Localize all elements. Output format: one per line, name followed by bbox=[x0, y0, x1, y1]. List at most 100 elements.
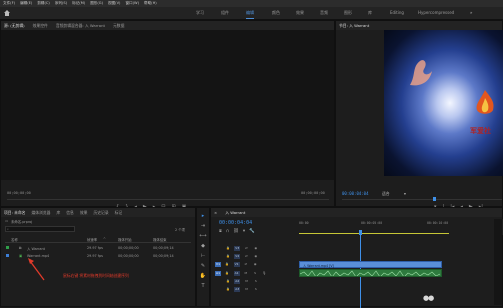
source-scrubber[interactable] bbox=[7, 199, 329, 200]
tab-effect-controls[interactable]: 效果控件 bbox=[33, 23, 48, 29]
track-label-v2[interactable]: V2 bbox=[234, 254, 241, 259]
workspace-hypercompressed[interactable]: Hypercompressed bbox=[418, 10, 454, 15]
tab-history[interactable]: 历史记录 bbox=[93, 210, 108, 216]
track-header-a1: A1 🔒 A1 M S 🎙 bbox=[211, 270, 301, 276]
tab-source[interactable]: 源: (无剪辑) bbox=[4, 23, 25, 29]
lock-icon[interactable]: 🔒 bbox=[225, 254, 231, 259]
snap-icon[interactable]: ∩ bbox=[226, 229, 229, 234]
menu-graphics[interactable]: 图形(G) bbox=[90, 1, 103, 6]
workspace-overflow-icon[interactable]: » bbox=[470, 10, 472, 15]
workspace-editing[interactable]: 编辑 bbox=[246, 10, 254, 19]
eye-icon[interactable]: ◉ bbox=[252, 262, 258, 267]
menu-clip[interactable]: 剪辑(C) bbox=[37, 1, 50, 6]
source-timecode-left[interactable]: 00;00;00;00 bbox=[7, 191, 31, 195]
column-name[interactable]: 名称 bbox=[11, 237, 18, 242]
track-label-a3[interactable]: A3 bbox=[234, 287, 241, 292]
track-label-a2[interactable]: A2 bbox=[234, 279, 241, 284]
lock-icon[interactable]: 🔒 bbox=[224, 271, 230, 276]
project-search-input[interactable]: ⌕ bbox=[5, 226, 75, 232]
menu-window[interactable]: 窗口(W) bbox=[125, 1, 139, 6]
hand-tool-icon[interactable]: ✋ bbox=[200, 273, 206, 279]
selection-tool-icon[interactable]: ▸ bbox=[202, 213, 205, 219]
video-clip[interactable]: 入 Warrant.mp4 [V] bbox=[299, 261, 442, 268]
audio-meter bbox=[494, 219, 502, 305]
program-playhead[interactable] bbox=[433, 197, 436, 201]
ruler-label-5s: 00:00:05:00 bbox=[361, 221, 383, 225]
mute-icon[interactable]: M bbox=[243, 271, 249, 276]
tab-media-browser[interactable]: 媒体浏览器 bbox=[31, 210, 50, 216]
home-icon[interactable] bbox=[4, 10, 10, 16]
time-ruler[interactable]: 00:00 00:00:05:00 00:00:10:00 bbox=[299, 219, 503, 235]
add-marker-icon[interactable]: ▾ bbox=[243, 229, 245, 234]
razor-tool-icon[interactable]: ◆ bbox=[201, 243, 205, 249]
column-media-start[interactable]: 媒体开始 bbox=[118, 237, 132, 242]
program-timecode[interactable]: 00:00:04:04 bbox=[342, 191, 369, 196]
workspace-libraries[interactable]: 库 bbox=[368, 10, 372, 16]
audio-clip[interactable] bbox=[299, 269, 442, 277]
menu-help[interactable]: 帮助(H) bbox=[144, 1, 157, 6]
ripple-edit-icon[interactable]: ⟷ bbox=[199, 233, 206, 239]
menu-file[interactable]: 文件(F) bbox=[3, 1, 15, 6]
solo-icon[interactable]: S bbox=[252, 271, 258, 276]
tab-audio-mixer[interactable]: 音频剪辑混合器: 入 Warrant bbox=[56, 23, 105, 29]
solo-icon[interactable]: S bbox=[253, 279, 259, 284]
tab-project[interactable]: 项目: 未命名 bbox=[4, 210, 25, 216]
type-tool-icon[interactable]: T bbox=[201, 283, 204, 289]
workspace-graphics[interactable]: 图形 bbox=[344, 10, 352, 16]
workspace-assembly[interactable]: 组件 bbox=[221, 10, 229, 16]
pen-tool-icon[interactable]: ✎ bbox=[201, 263, 205, 269]
menu-view[interactable]: 视图(V) bbox=[108, 1, 120, 6]
microphone-icon[interactable]: 🎙 bbox=[261, 271, 267, 276]
tab-effects[interactable]: 效果 bbox=[80, 210, 88, 216]
list-item[interactable]: ⧉ 入 Warrant 29.97 fps 00;00;00;00 00;00;… bbox=[5, 244, 191, 251]
wrench-icon[interactable]: 🔧 bbox=[249, 229, 255, 234]
workspace-color[interactable]: 颜色 bbox=[272, 10, 280, 16]
timeline-timecode[interactable]: 00:00:04:04 bbox=[219, 220, 252, 226]
program-scrubber[interactable] bbox=[342, 199, 502, 200]
tab-markers[interactable]: 标记 bbox=[115, 210, 123, 216]
fit-dropdown-icon[interactable]: ▾ bbox=[404, 191, 406, 196]
menu-edit[interactable]: 编辑(E) bbox=[20, 1, 32, 6]
slip-tool-icon[interactable]: ⊢ bbox=[201, 253, 205, 259]
audio-waveform bbox=[300, 270, 441, 276]
track-label-v1[interactable]: V1 bbox=[233, 262, 240, 267]
track-select-icon[interactable]: ⇥ bbox=[201, 223, 205, 229]
tab-libraries[interactable]: 库 bbox=[56, 210, 60, 216]
workspace-audio[interactable]: 音频 bbox=[320, 10, 328, 16]
tab-program[interactable]: 节目: 入 Warrant bbox=[339, 23, 369, 29]
source-patch-a1[interactable]: A1 bbox=[215, 271, 221, 276]
eye-icon[interactable]: ◉ bbox=[253, 246, 259, 251]
eye-icon[interactable]: ◉ bbox=[253, 254, 259, 259]
tab-info[interactable]: 信息 bbox=[66, 210, 74, 216]
menu-marker[interactable]: 标记(M) bbox=[72, 1, 85, 6]
work-area-bar[interactable] bbox=[299, 233, 449, 234]
sync-lock-icon[interactable]: ⇄ bbox=[243, 262, 249, 267]
column-media-end[interactable]: 媒体结束 bbox=[153, 237, 167, 242]
source-monitor: 源: (无剪辑) 效果控件 音频剪辑混合器: 入 Warrant 元数据 00;… bbox=[0, 20, 335, 210]
workspace-learning[interactable]: 学习 bbox=[196, 10, 204, 16]
menu-sequence[interactable]: 序列(S) bbox=[55, 1, 67, 6]
solo-icon[interactable]: S bbox=[253, 287, 259, 292]
lock-icon[interactable]: 🔒 bbox=[225, 287, 231, 292]
tab-metadata[interactable]: 元数据 bbox=[113, 23, 124, 29]
nest-icon[interactable]: ⧈ bbox=[219, 228, 222, 234]
lock-icon[interactable]: 🔒 bbox=[225, 246, 231, 251]
track-label-v3[interactable]: V3 bbox=[234, 246, 241, 251]
track-label-a1[interactable]: A1 bbox=[233, 271, 240, 276]
lock-icon[interactable]: 🔒 bbox=[225, 279, 231, 284]
column-frame-rate[interactable]: 帧速率 bbox=[87, 237, 97, 242]
fit-select[interactable]: 适合 bbox=[382, 191, 390, 197]
source-viewer bbox=[1, 30, 334, 180]
workspace-editing-custom[interactable]: Editing bbox=[390, 10, 404, 15]
mute-icon[interactable]: M bbox=[244, 287, 250, 292]
mute-icon[interactable]: M bbox=[244, 279, 250, 284]
tab-sequence[interactable]: 入 Warrant bbox=[225, 210, 245, 216]
sync-lock-icon[interactable]: ⇄ bbox=[244, 254, 250, 259]
sync-lock-icon[interactable]: ⇄ bbox=[244, 246, 250, 251]
workspace-effects[interactable]: 效果 bbox=[296, 10, 304, 16]
lock-icon[interactable]: 🔒 bbox=[224, 262, 230, 267]
source-patch-v1[interactable]: V1 bbox=[215, 262, 221, 267]
project-panel: 项目: 未命名 媒体浏览器 库 信息 效果 历史记录 标记 ▭ 未命名.prpr… bbox=[0, 207, 196, 307]
linked-selection-icon[interactable]: ⛓ bbox=[233, 229, 239, 234]
close-icon[interactable]: × bbox=[214, 210, 217, 215]
